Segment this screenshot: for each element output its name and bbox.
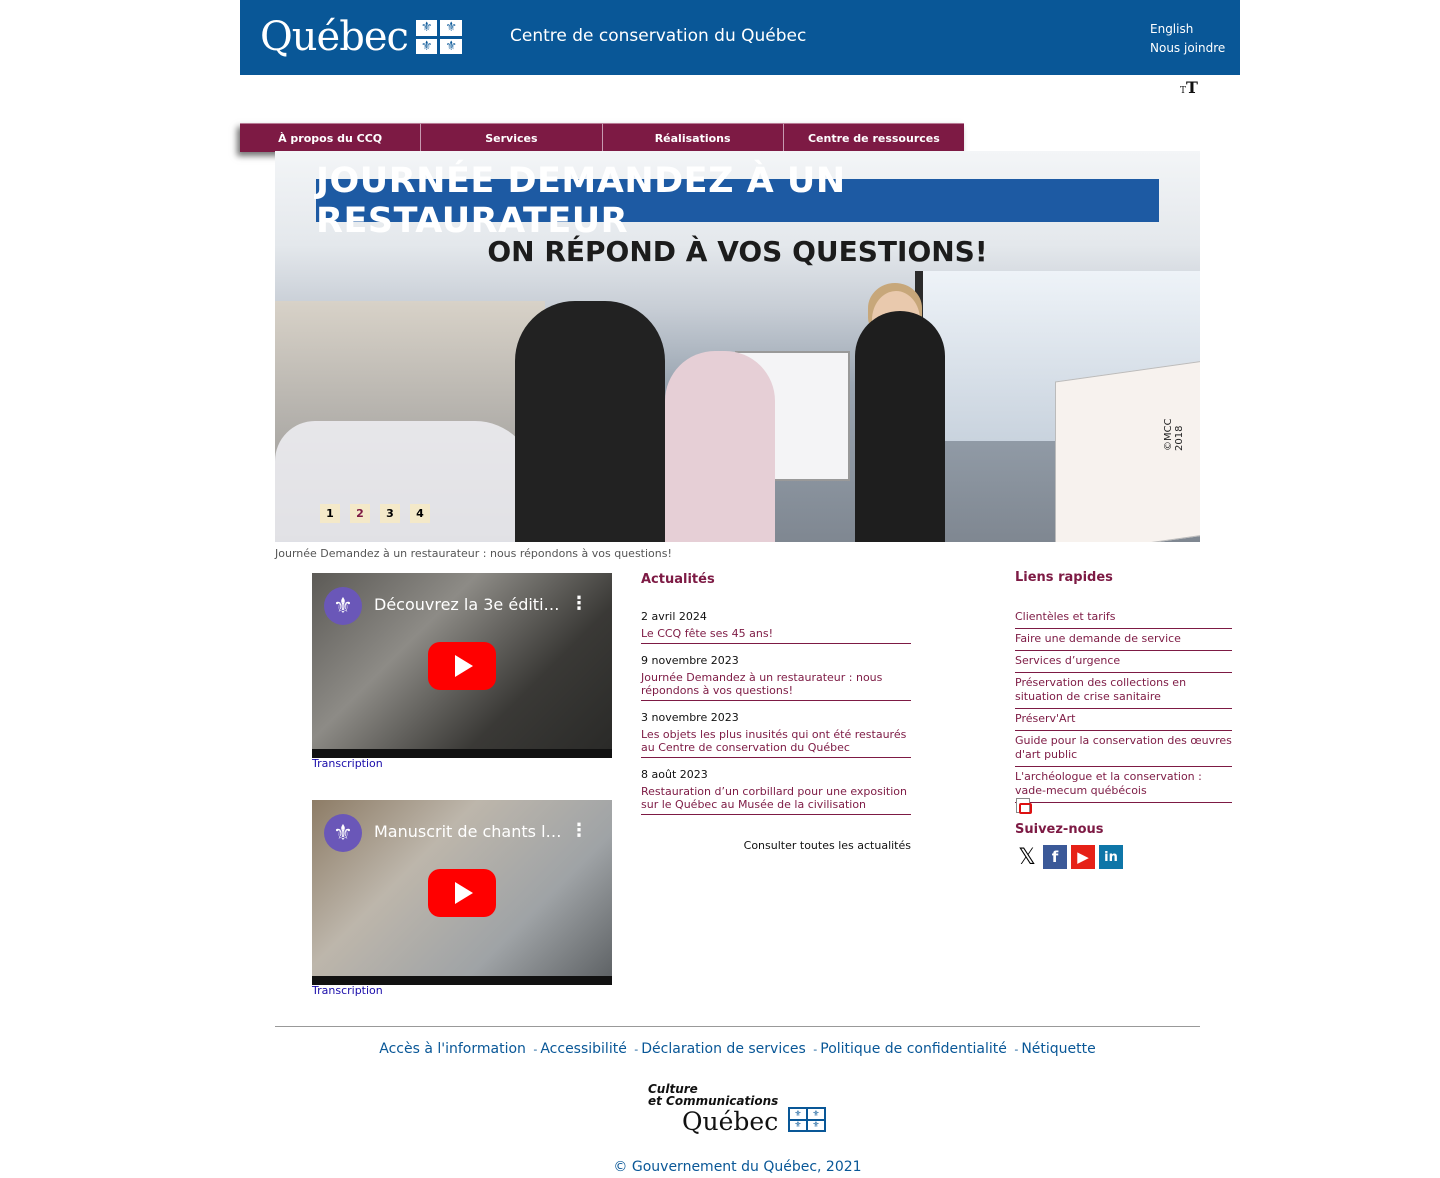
culture-communications-logo[interactable]: Culture et Communications Québec ⚜ ⚜ ⚜ ⚜ <box>645 1083 835 1138</box>
news-date: 2 avril 2024 <box>641 610 707 623</box>
hero-person <box>665 351 775 542</box>
english-link[interactable]: English <box>1150 20 1225 39</box>
text-size-icon[interactable]: TT <box>1180 78 1198 97</box>
quick-link[interactable]: Préservation des collections en situatio… <box>1015 676 1232 709</box>
youtube-icon[interactable]: ▶ <box>1071 845 1095 869</box>
slide-pager: 1 2 3 4 <box>320 504 430 523</box>
news-date: 9 novembre 2023 <box>641 654 739 667</box>
site-title: Centre de conservation du Québec <box>510 26 807 46</box>
video-title[interactable]: Manuscrit de chants liturgiques en abéna… <box>374 822 564 841</box>
hero-person <box>855 311 945 542</box>
footer-link-accessibility[interactable]: Accessibilité <box>540 1041 626 1057</box>
footer-link-access-info[interactable]: Accès à l'information <box>379 1041 526 1057</box>
news-item: 3 novembre 2023 Les objets les plus inus… <box>641 710 911 758</box>
slide-page-3[interactable]: 3 <box>380 504 400 523</box>
government-copyright: © Gouvernement du Québec, 2021 <box>613 1159 862 1175</box>
play-icon <box>455 882 473 904</box>
news-item: 8 août 2023 Restauration d’un corbillard… <box>641 767 911 815</box>
channel-logo-icon[interactable]: ⚜ <box>324 814 362 852</box>
banner-title: JOURNÉE DEMANDEZ À UN RESTAURATEUR <box>316 161 1159 241</box>
quick-link[interactable]: Préserv'Art <box>1015 712 1232 731</box>
quebec-logo[interactable]: Québec ⚜ ⚜ ⚜ ⚜ <box>260 12 465 62</box>
nav-item-resources[interactable]: Centre de ressources <box>783 123 964 152</box>
photo-copyright: ©MCC 2018 <box>1163 418 1185 451</box>
news-date: 8 août 2023 <box>641 768 708 781</box>
footer-links: Accès à l'information - Accessibilité - Dé… <box>275 1041 1200 1057</box>
footer-link-netiquette[interactable]: Nétiquette <box>1021 1041 1095 1057</box>
footer-separator: - <box>1014 1043 1019 1056</box>
slide-page-1[interactable]: 1 <box>320 504 340 523</box>
quebec-flag-icon: ⚜ ⚜ ⚜ ⚜ <box>788 1107 826 1132</box>
footer-link-services-declaration[interactable]: Déclaration de services <box>641 1041 806 1057</box>
x-icon[interactable]: 𝕏 <box>1015 845 1039 870</box>
play-button[interactable] <box>428 642 496 690</box>
news-link[interactable]: Restauration d’un corbillard pour une ex… <box>641 785 911 811</box>
hero-caption: Journée Demandez à un restaurateur : nou… <box>275 547 672 560</box>
quick-link[interactable]: L'archéologue et la conservation : vade-… <box>1015 770 1232 803</box>
header-links: English Nous joindre <box>1150 20 1225 58</box>
footer-divider <box>275 1026 1200 1027</box>
footer-link-privacy[interactable]: Politique de confidentialité <box>820 1041 1007 1057</box>
channel-logo-icon[interactable]: ⚜ <box>324 587 362 625</box>
footer-separator: - <box>634 1043 639 1056</box>
contact-link[interactable]: Nous joindre <box>1150 39 1225 58</box>
logo-text: Québec <box>260 14 409 60</box>
site-header: Québec ⚜ ⚜ ⚜ ⚜ Centre de conservation du Qu… <box>240 0 1240 75</box>
news-list: 2 avril 2024 Le CCQ fête ses 45 ans! 9 n… <box>641 609 911 824</box>
slide-page-2[interactable]: 2 <box>350 504 370 523</box>
news-item: 9 novembre 2023 Journée Demandez à un re… <box>641 653 911 701</box>
news-link[interactable]: Les objets les plus inusités qui ont été… <box>641 728 911 754</box>
hero-plastic <box>275 421 535 542</box>
quick-link[interactable]: Guide pour la conservation des œuvres d'… <box>1015 734 1232 767</box>
text-size-big: T <box>1186 78 1198 97</box>
linkedin-icon[interactable]: in <box>1099 845 1123 869</box>
hero-slideshow[interactable]: JOURNÉE DEMANDEZ À UN RESTAURATEUR ON RÉ… <box>275 151 1200 542</box>
transcript-link[interactable]: Transcription <box>312 757 383 770</box>
news-link[interactable]: Journée Demandez à un restaurateur : nou… <box>641 671 911 697</box>
news-heading: Actualités <box>641 572 715 587</box>
footer-separator: - <box>813 1043 818 1056</box>
quick-link[interactable]: Services d’urgence <box>1015 654 1232 673</box>
footer-separator: - <box>533 1043 538 1056</box>
video-player[interactable]: ⚜ Manuscrit de chants liturgiques en abé… <box>312 800 612 985</box>
nav-item-about[interactable]: À propos du CCQ <box>240 123 422 152</box>
news-item: 2 avril 2024 Le CCQ fête ses 45 ans! <box>641 609 911 644</box>
video-title[interactable]: Découvrez la 3e édition de la Journée De… <box>374 595 564 614</box>
more-options-icon[interactable]: ⋮ <box>570 593 588 614</box>
more-options-icon[interactable]: ⋮ <box>570 820 588 841</box>
nav-item-realisations[interactable]: Réalisations <box>602 123 784 152</box>
quick-link[interactable]: Clientèles et tarifs <box>1015 610 1232 629</box>
hero-person <box>515 301 665 542</box>
fleur-de-lis-flag-icon: ⚜ ⚜ ⚜ ⚜ <box>415 20 462 54</box>
facebook-icon[interactable]: f <box>1043 845 1067 869</box>
play-icon <box>455 655 473 677</box>
pdf-icon[interactable] <box>1016 798 1032 814</box>
follow-us-heading: Suivez-nous <box>1015 822 1104 837</box>
quick-links-heading: Liens rapides <box>1015 570 1113 585</box>
main-nav: À propos du CCQ Services Réalisations Ce… <box>240 123 964 152</box>
transcript-link[interactable]: Transcription <box>312 984 383 997</box>
slide-page-4[interactable]: 4 <box>410 504 430 523</box>
quick-links-list: Clientèles et tarifs Faire une demande d… <box>1015 610 1232 806</box>
hero-poster <box>1055 360 1200 542</box>
play-button[interactable] <box>428 869 496 917</box>
banner-subtitle: ON RÉPOND À VOS QUESTIONS! <box>487 235 988 268</box>
all-news-link[interactable]: Consulter toutes les actualités <box>641 839 911 852</box>
social-links: 𝕏 f ▶ in <box>1015 845 1123 870</box>
nav-item-services[interactable]: Services <box>421 123 603 152</box>
quick-link[interactable]: Faire une demande de service <box>1015 632 1232 651</box>
news-link[interactable]: Le CCQ fête ses 45 ans! <box>641 627 911 640</box>
logo-word-quebec: Québec <box>682 1107 779 1136</box>
news-date: 3 novembre 2023 <box>641 711 739 724</box>
video-player[interactable]: ⚜ Découvrez la 3e édition de la Journée … <box>312 573 612 758</box>
